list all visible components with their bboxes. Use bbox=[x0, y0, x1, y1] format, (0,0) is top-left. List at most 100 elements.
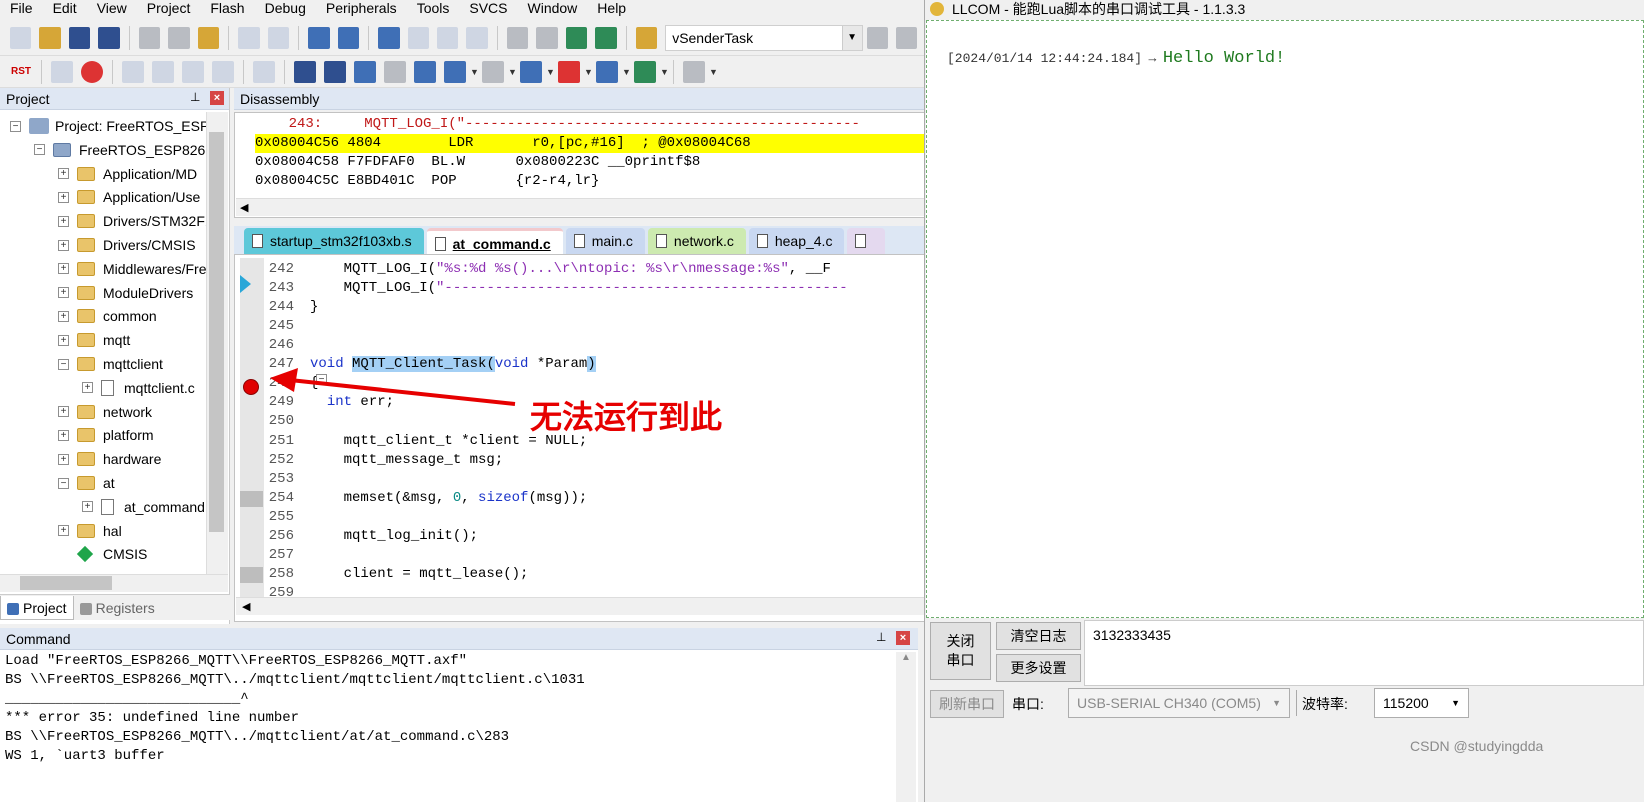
stop-icon[interactable] bbox=[81, 60, 103, 83]
tree-item-cmsis[interactable]: CMSIS bbox=[58, 542, 147, 566]
bookmark-next-icon[interactable] bbox=[436, 26, 459, 49]
command-vscrollbar[interactable]: ▲ bbox=[896, 652, 916, 802]
call-stack-icon[interactable] bbox=[414, 60, 436, 83]
port-select[interactable]: USB-SERIAL CH340 (COM5) ▼ bbox=[1068, 688, 1290, 718]
uncomment-icon[interactable] bbox=[595, 26, 617, 49]
toolbox-icon[interactable] bbox=[683, 60, 705, 83]
editor-tab[interactable]: startup_stm32f103xb.s bbox=[244, 228, 424, 254]
task-select[interactable]: vSenderTask ▼ bbox=[665, 24, 863, 51]
tree-item-folder[interactable]: − Project: FreeRTOS_ESP82 bbox=[10, 114, 206, 138]
refresh-port-button[interactable]: 刷新串口 bbox=[930, 690, 1004, 718]
command-window-icon[interactable] bbox=[294, 60, 316, 83]
expand-toggle-icon[interactable]: − bbox=[10, 120, 21, 132]
symbols-window-icon[interactable] bbox=[354, 60, 376, 83]
tab-project[interactable]: Project bbox=[0, 595, 74, 620]
chevron-down-icon[interactable]: ▼ bbox=[841, 25, 862, 50]
find-in-files-icon[interactable] bbox=[635, 26, 658, 49]
bookmark-prev-icon[interactable] bbox=[407, 26, 429, 49]
system-viewer-icon[interactable] bbox=[634, 60, 656, 83]
tab-registers[interactable]: Registers bbox=[74, 596, 161, 620]
expand-toggle-icon[interactable]: − bbox=[58, 358, 69, 370]
tree-item-folder[interactable]: + Middlewares/Fre bbox=[58, 257, 206, 281]
step-over-icon[interactable] bbox=[152, 60, 174, 83]
menu-item-flash[interactable]: Flash bbox=[200, 0, 254, 16]
breakpoint-icon[interactable] bbox=[243, 379, 259, 395]
more-settings-button[interactable]: 更多设置 bbox=[996, 654, 1081, 682]
tree-item-folder[interactable]: + hardware bbox=[58, 447, 161, 471]
redo-icon[interactable] bbox=[267, 26, 290, 49]
close-port-button[interactable]: 关闭 串口 bbox=[930, 622, 991, 680]
expand-toggle-icon[interactable]: + bbox=[58, 191, 69, 203]
expand-toggle-icon[interactable]: + bbox=[58, 287, 69, 299]
tools-icon[interactable] bbox=[895, 26, 918, 49]
pin-icon[interactable]: ⊥ bbox=[876, 630, 886, 644]
menu-item-file[interactable]: File bbox=[0, 0, 43, 16]
menu-item-svcs[interactable]: SVCS bbox=[459, 0, 517, 16]
memory-window-icon[interactable] bbox=[482, 60, 504, 83]
pin-icon[interactable]: ⊥ bbox=[190, 90, 200, 104]
menu-item-edit[interactable]: Edit bbox=[43, 0, 87, 16]
clear-log-button[interactable]: 清空日志 bbox=[996, 622, 1081, 650]
expand-toggle-icon[interactable]: + bbox=[58, 453, 69, 465]
project-vscroll-thumb[interactable] bbox=[209, 132, 224, 532]
send-input[interactable]: 3132333435 bbox=[1084, 620, 1644, 686]
run-icon[interactable] bbox=[51, 60, 73, 83]
editor-tab[interactable]: main.c bbox=[565, 228, 645, 254]
watch-window-icon[interactable] bbox=[444, 60, 466, 83]
step-out-icon[interactable] bbox=[182, 60, 204, 83]
tree-item-folder[interactable]: + Drivers/STM32F1 bbox=[58, 209, 206, 233]
trace-window-icon[interactable] bbox=[596, 60, 618, 83]
copy-icon[interactable] bbox=[168, 26, 190, 49]
menu-item-project[interactable]: Project bbox=[137, 0, 201, 16]
unindent-icon[interactable] bbox=[536, 26, 558, 49]
tree-item-folder[interactable]: − FreeRTOS_ESP8266_N bbox=[34, 138, 206, 162]
baud-select[interactable]: 115200 ▼ bbox=[1374, 688, 1469, 718]
undo-icon[interactable] bbox=[238, 26, 260, 49]
editor-hscrollbar[interactable]: ◀ bbox=[236, 597, 960, 615]
serial-log[interactable]: [2024/01/14 12:44:24.184] → Hello World! bbox=[926, 20, 1644, 618]
analysis-window-icon[interactable] bbox=[558, 60, 580, 83]
bookmark-icon[interactable] bbox=[378, 26, 400, 49]
editor-tab[interactable]: network.c bbox=[647, 228, 746, 254]
expand-toggle-icon[interactable]: + bbox=[82, 501, 93, 513]
run-to-cursor-icon[interactable] bbox=[212, 60, 234, 83]
tree-item-folder[interactable]: + hal bbox=[58, 519, 122, 543]
comment-icon[interactable] bbox=[565, 26, 588, 49]
expand-toggle-icon[interactable]: + bbox=[58, 239, 69, 251]
expand-toggle-icon[interactable]: + bbox=[82, 382, 93, 394]
tree-item-folder[interactable]: + network bbox=[58, 400, 152, 424]
tree-item-folder[interactable]: + common bbox=[58, 304, 157, 328]
editor-tab[interactable] bbox=[847, 228, 886, 254]
find-icon[interactable] bbox=[866, 26, 888, 49]
menu-item-debug[interactable]: Debug bbox=[255, 0, 316, 16]
reset-icon[interactable]: RST bbox=[10, 61, 32, 83]
editor-tab[interactable]: heap_4.c bbox=[748, 228, 845, 254]
tree-item-folder[interactable]: − mqttclient bbox=[58, 352, 163, 376]
command-output[interactable]: Load "FreeRTOS_ESP8266_MQTT\\FreeRTOS_ES… bbox=[0, 650, 918, 802]
tree-item-folder[interactable]: + mqtt bbox=[58, 328, 130, 352]
tree-item-file[interactable]: + mqttclient.c bbox=[82, 376, 195, 400]
cut-icon[interactable] bbox=[138, 26, 161, 49]
tree-item-folder[interactable]: + ModuleDrivers bbox=[58, 281, 193, 305]
expand-toggle-icon[interactable]: + bbox=[58, 168, 69, 180]
disassembly-window-icon[interactable] bbox=[324, 60, 346, 83]
menu-item-peripherals[interactable]: Peripherals bbox=[316, 0, 407, 16]
tree-item-folder[interactable]: + Application/Use bbox=[58, 185, 200, 209]
expand-toggle-icon[interactable]: − bbox=[34, 144, 45, 156]
nav-forward-icon[interactable] bbox=[337, 26, 360, 49]
editor-tab[interactable]: at_command.c bbox=[426, 228, 563, 254]
expand-toggle-icon[interactable]: + bbox=[58, 334, 69, 346]
menu-item-tools[interactable]: Tools bbox=[407, 0, 460, 16]
save-all-icon[interactable] bbox=[98, 26, 120, 49]
project-hscroll-thumb[interactable] bbox=[20, 576, 112, 590]
expand-toggle-icon[interactable]: + bbox=[58, 406, 69, 418]
new-file-icon[interactable] bbox=[10, 26, 32, 49]
tree-item-folder[interactable]: + platform bbox=[58, 423, 154, 447]
tree-item-folder[interactable]: − at bbox=[58, 471, 115, 495]
save-icon[interactable] bbox=[68, 26, 91, 49]
nav-back-icon[interactable] bbox=[308, 26, 330, 49]
bookmark-clear-icon[interactable] bbox=[466, 26, 488, 49]
indent-icon[interactable] bbox=[506, 26, 529, 49]
open-file-icon[interactable] bbox=[39, 26, 61, 49]
show-next-statement-icon[interactable] bbox=[253, 60, 275, 83]
